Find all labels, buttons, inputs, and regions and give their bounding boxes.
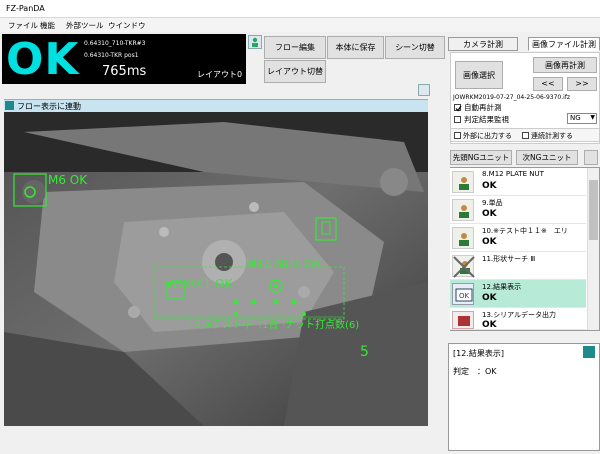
judgement-panel: OK 0.64310_710-TKR#3 0.64310-TKR pos1 76…	[2, 34, 246, 85]
judge-value-select[interactable]: NG ▼	[567, 113, 597, 124]
image-view-header: フロー表示に連動	[4, 99, 428, 112]
next-image-button[interactable]: >>	[567, 77, 597, 91]
next-ng-button[interactable]: 次NGユニット	[516, 150, 578, 165]
detail-marker-icon	[583, 346, 595, 358]
inspection-image: M6 OK M12 NUT OK WORK1 OK 10.※テスト中（1台 ·ナ…	[4, 112, 428, 426]
layout-switch-button[interactable]: レイアウト切替	[264, 60, 326, 83]
menu-bar: ファイル 機能 外部ツール ウインドウ	[0, 18, 600, 32]
external-output-checkbox[interactable]	[454, 132, 461, 139]
header-marker-icon	[5, 101, 14, 110]
window-title: FZ-PanDA	[6, 4, 45, 13]
unit-row-12[interactable]: OK 12.結果表示 OK	[450, 280, 586, 308]
image-select-button[interactable]: 画像選択	[455, 61, 503, 89]
tab-image-file-measure[interactable]: 画像ファイル計測	[528, 37, 600, 51]
unit-row-11[interactable]: 11.形状サーチ Ⅲ	[450, 252, 586, 280]
menu-external-tools[interactable]: 外部ツール	[66, 20, 104, 31]
continuous-checkbox[interactable]	[522, 132, 529, 139]
unit-name: 13.シリアルデータ出力	[482, 311, 557, 319]
unit-status: OK	[482, 293, 497, 303]
status-area	[0, 430, 444, 454]
test-label: 10.※テスト中（1台 ·ナット打点数(6)	[188, 318, 359, 331]
disabled-x-icon	[452, 255, 475, 278]
person-icon[interactable]	[248, 35, 262, 49]
unit-name: 9.単品	[482, 199, 503, 207]
unit-name: 10.※テスト中１１※ エリ	[482, 227, 568, 235]
first-ng-button[interactable]: 先頭NGユニット	[450, 150, 512, 165]
display-settings-icon[interactable]	[418, 84, 430, 96]
display-result-icon: OK	[452, 283, 474, 305]
unit-row-10[interactable]: 10.※テスト中１１※ エリ OK	[450, 224, 586, 252]
continuous-label: 連続計測する	[531, 132, 573, 140]
scene-switch-button[interactable]: シーン切替	[385, 36, 445, 59]
person-check-icon	[452, 171, 474, 193]
save-to-body-button[interactable]: 本体に保存	[327, 36, 384, 59]
person-check-icon	[452, 199, 474, 221]
person-check-icon	[452, 227, 474, 249]
count-label: 5	[360, 344, 369, 360]
unit-status: OK	[482, 320, 497, 330]
camera-image-view[interactable]: M6 OK M12 NUT OK WORK1 OK 10.※テスト中（1台 ·ナ…	[4, 112, 428, 426]
scrollbar-thumb[interactable]	[589, 180, 598, 240]
work-label: WORK1 OK	[166, 277, 233, 291]
judge-value: NG	[570, 114, 581, 122]
prev-image-button[interactable]: <<	[533, 77, 563, 91]
image-remeasure-button[interactable]: 画像再計測	[533, 57, 597, 73]
serial-output-icon	[452, 311, 474, 329]
unit-row-9[interactable]: 9.単品 OK	[450, 196, 586, 224]
unit-status: OK	[482, 237, 497, 247]
menu-file[interactable]: ファイル	[8, 20, 38, 31]
chevron-down-icon: ▼	[590, 114, 595, 121]
detail-judge: 判定 ：OK	[453, 367, 497, 376]
svg-text:OK: OK	[459, 292, 470, 300]
unit-name: 12.結果表示	[482, 283, 522, 291]
m12-label: M12 NUT OK	[246, 257, 323, 271]
judge-monitor-label: 判定結果監視	[464, 115, 509, 124]
overall-judgement: OK	[6, 34, 80, 85]
title-bar: FZ-PanDA	[0, 0, 600, 18]
unit-list-menu-icon[interactable]	[584, 150, 598, 165]
m6-label: M6 OK	[48, 173, 88, 187]
unit-list-scrollbar[interactable]	[587, 168, 599, 330]
scene-info-1: 0.64310_710-TKR#3	[84, 40, 146, 47]
flow-edit-button[interactable]: フロー編集	[264, 36, 326, 59]
processing-time: 765ms	[102, 64, 147, 79]
output-options: 外部に出力する 連続計測する	[450, 128, 600, 142]
unit-row-8[interactable]: 8.M12 PLATE NUT OK	[450, 168, 586, 196]
scene-info-2: 0.64310-TKR pos1	[84, 52, 139, 59]
unit-status: OK	[482, 181, 497, 191]
menu-function[interactable]: 機能	[40, 20, 55, 31]
unit-row-13[interactable]: 13.シリアルデータ出力 OK	[450, 308, 586, 330]
auto-remeasure-label: 自動再計測	[464, 103, 502, 112]
unit-name: 8.M12 PLATE NUT	[482, 170, 544, 178]
image-view-title: フロー表示に連動	[17, 102, 81, 111]
unit-name: 11.形状サーチ Ⅲ	[482, 255, 536, 263]
judge-monitor-checkbox[interactable]	[454, 116, 461, 123]
menu-window[interactable]: ウインドウ	[108, 20, 146, 31]
detail-pane: [12.結果表示] 判定 ：OK	[448, 343, 600, 451]
detail-title: [12.結果表示]	[453, 349, 504, 358]
layout-label: レイアウト0	[197, 70, 243, 79]
external-output-label: 外部に出力する	[463, 132, 512, 140]
tab-camera-measure[interactable]: カメラ計測	[448, 37, 518, 51]
auto-remeasure-checkbox[interactable]	[454, 104, 462, 112]
unit-status: OK	[482, 209, 497, 219]
image-filename: JOWRKM2019-07-27_04-25-06-9370.ifz	[453, 94, 571, 101]
